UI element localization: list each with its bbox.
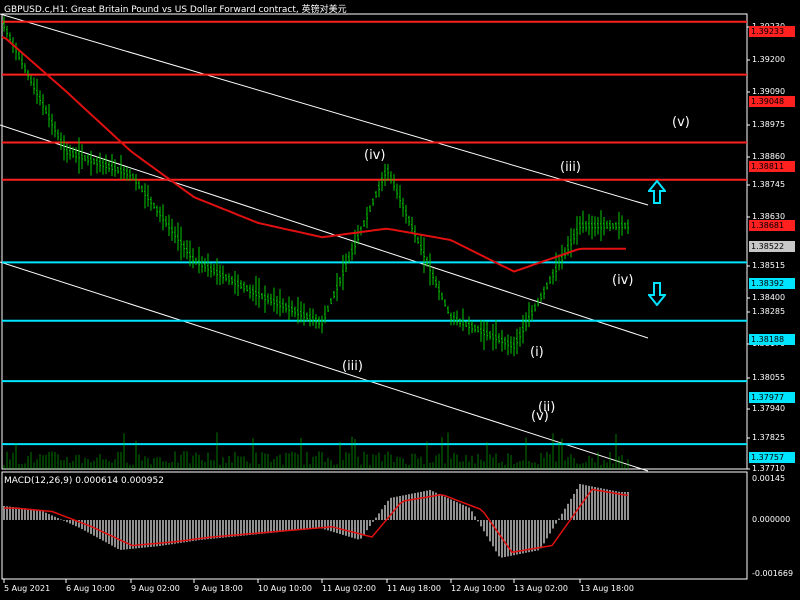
support-label: 1.38188 bbox=[749, 334, 795, 345]
wave-label: (v) bbox=[531, 409, 549, 424]
time-label: 11 Aug 18:00 bbox=[387, 584, 441, 593]
time-label: 11 Aug 02:00 bbox=[322, 584, 376, 593]
price-tick: 1.38515 bbox=[752, 261, 786, 270]
chart-title: GBPUSD.c,H1: Great Britain Pound vs US D… bbox=[4, 5, 347, 15]
support-label: 1.38392 bbox=[749, 278, 795, 289]
time-label: 13 Aug 18:00 bbox=[580, 584, 634, 593]
macd-tick: -0.001669 bbox=[752, 569, 794, 578]
volume-bars bbox=[3, 432, 629, 469]
channel-line bbox=[0, 261, 649, 472]
wave-label: (iv) bbox=[364, 148, 386, 163]
price-tick: 1.39200 bbox=[752, 55, 786, 64]
time-label: 5 Aug 2021 bbox=[4, 584, 51, 593]
down-arrow-icon[interactable] bbox=[648, 282, 666, 306]
macd-tick: 0.000000 bbox=[752, 515, 791, 524]
macd-histogram bbox=[3, 484, 629, 558]
wave-label: (iii) bbox=[560, 160, 581, 175]
time-label: 6 Aug 10:00 bbox=[66, 584, 115, 593]
time-label: 9 Aug 18:00 bbox=[194, 584, 243, 593]
time-label: 12 Aug 10:00 bbox=[451, 584, 505, 593]
time-label: 13 Aug 02:00 bbox=[514, 584, 568, 593]
current-price-label: 1.38522 bbox=[749, 241, 795, 252]
support-label: 1.37977 bbox=[749, 392, 795, 403]
price-tick: 1.37710 bbox=[752, 464, 786, 473]
macd-tick: 0.00145 bbox=[752, 474, 786, 483]
ma-line bbox=[1, 35, 626, 273]
macd-title: MACD(12,26,9) 0.000614 0.000952 bbox=[4, 476, 164, 486]
moving-average bbox=[1, 35, 626, 273]
wave-label: (i) bbox=[530, 345, 544, 360]
price-tick: 1.38055 bbox=[752, 373, 786, 382]
time-label: 9 Aug 02:00 bbox=[131, 584, 180, 593]
price-chart[interactable] bbox=[0, 0, 800, 600]
price-bars bbox=[3, 16, 629, 357]
resistance-label: 1.39048 bbox=[749, 96, 795, 107]
resistance-label: 1.38681 bbox=[749, 220, 795, 231]
price-tick: 1.38975 bbox=[752, 120, 786, 129]
time-label: 10 Aug 10:00 bbox=[258, 584, 312, 593]
horizontal-levels[interactable] bbox=[2, 20, 747, 446]
wave-label: (iii) bbox=[342, 359, 363, 374]
resistance-label: 1.39233 bbox=[749, 26, 795, 37]
price-tick: 1.38400 bbox=[752, 293, 786, 302]
resistance-label: 1.38811 bbox=[749, 161, 795, 172]
price-tick: 1.38745 bbox=[752, 180, 786, 189]
wave-label: (iv) bbox=[612, 273, 634, 288]
up-arrow-icon[interactable] bbox=[648, 180, 666, 204]
price-tick: 1.37825 bbox=[752, 433, 786, 442]
chart-frame bbox=[1, 13, 748, 580]
support-label: 1.37757 bbox=[749, 452, 795, 463]
time-axis-ticks bbox=[3, 579, 581, 583]
price-tick: 1.38285 bbox=[752, 307, 786, 316]
price-tick: 1.37940 bbox=[752, 404, 786, 413]
wave-label: (v) bbox=[672, 115, 690, 130]
channel-line bbox=[0, 13, 649, 206]
